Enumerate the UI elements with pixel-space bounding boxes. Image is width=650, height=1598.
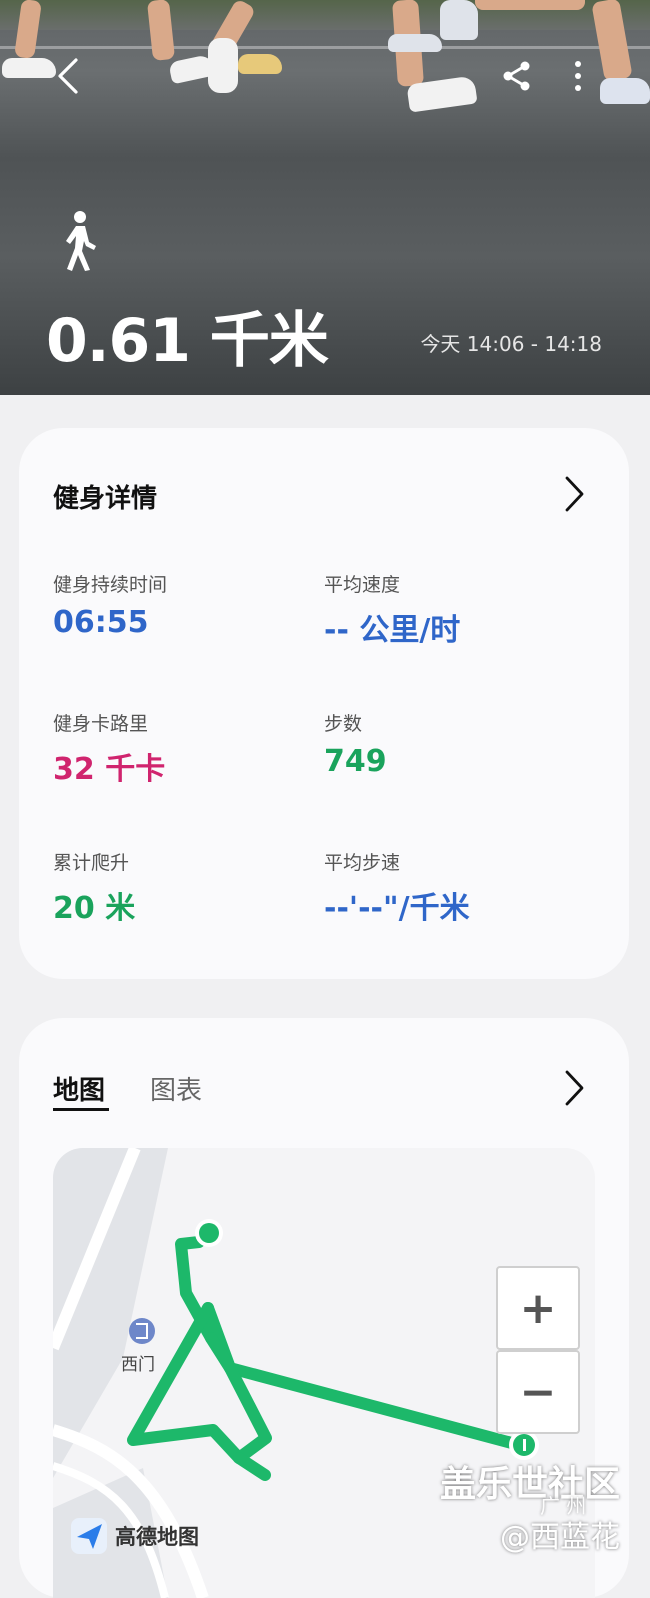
- stat-calories: 健身卡路里 32 千卡: [53, 709, 165, 788]
- runner-shoe: [238, 54, 282, 74]
- route-open-button[interactable]: [559, 1068, 589, 1108]
- watermark-author: @西蓝花: [500, 1520, 620, 1555]
- runner-shoe: [440, 0, 478, 40]
- runner-shoe: [208, 38, 238, 93]
- stat-label: 平均步速: [324, 852, 401, 874]
- share-icon: [503, 61, 530, 91]
- share-button[interactable]: [497, 56, 537, 96]
- back-button[interactable]: [48, 56, 88, 96]
- workout-time-range: 今天 14:06 - 14:18: [420, 332, 602, 356]
- stat-label: 健身持续时间: [53, 574, 168, 596]
- more-options-button[interactable]: [558, 56, 598, 96]
- back-icon: [58, 58, 78, 94]
- runner-shoe: [388, 34, 442, 52]
- route-start-marker: [195, 1219, 223, 1247]
- stat-average-pace: 平均步速 --'--"/千米: [324, 848, 470, 927]
- more-icon: [575, 61, 581, 91]
- watermark-community: 盖乐世社区: [440, 1464, 621, 1505]
- route-card: 地图 图表 西门 + − 高德地图: [19, 1018, 629, 1598]
- stat-duration: 健身持续时间 06:55: [53, 570, 167, 640]
- hero-background-lane-line: [0, 46, 650, 49]
- stat-value: -- 公里/时: [324, 613, 461, 648]
- active-tab-indicator: [53, 1108, 109, 1111]
- runner-shoe: [600, 78, 650, 104]
- stat-elevation-gain: 累计爬升 20 米: [53, 848, 135, 927]
- tab-map[interactable]: 地图: [53, 1070, 105, 1107]
- hero-banner: 0.61 千米 今天 14:06 - 14:18: [0, 0, 650, 395]
- gate-poi-icon[interactable]: [129, 1318, 155, 1344]
- zoom-out-button[interactable]: −: [496, 1350, 580, 1434]
- stat-label: 累计爬升: [53, 852, 130, 874]
- fitness-details-card: 健身详情 健身持续时间 06:55 平均速度 -- 公里/时 健身卡路里 32 …: [19, 428, 629, 979]
- stat-steps: 步数 749: [324, 709, 387, 779]
- tab-chart[interactable]: 图表: [150, 1070, 202, 1107]
- stat-value: 06:55: [53, 605, 149, 640]
- stat-label: 步数: [324, 713, 363, 735]
- fitness-details-open-button[interactable]: [559, 474, 589, 514]
- runner-leg: [475, 0, 585, 10]
- zoom-in-button[interactable]: +: [496, 1266, 580, 1350]
- map-provider-logo: 高德地图: [71, 1518, 199, 1554]
- chevron-right-icon: [565, 476, 584, 512]
- stat-average-speed: 平均速度 -- 公里/时: [324, 570, 460, 649]
- poi-label: 西门: [121, 1355, 155, 1375]
- map-provider-name: 高德地图: [115, 1525, 199, 1549]
- walking-icon: [66, 211, 96, 271]
- stat-value: 20 米: [53, 891, 136, 926]
- amap-logo-icon: [71, 1518, 107, 1554]
- fitness-details-title: 健身详情: [53, 484, 158, 514]
- chevron-right-icon: [565, 1070, 584, 1106]
- stat-value: --'--"/千米: [324, 891, 470, 926]
- stat-label: 平均速度: [324, 574, 401, 596]
- total-distance: 0.61 千米: [46, 306, 329, 376]
- stat-label: 健身卡路里: [53, 713, 149, 735]
- stat-value: 749: [324, 744, 387, 779]
- stat-value: 32 千卡: [53, 752, 166, 787]
